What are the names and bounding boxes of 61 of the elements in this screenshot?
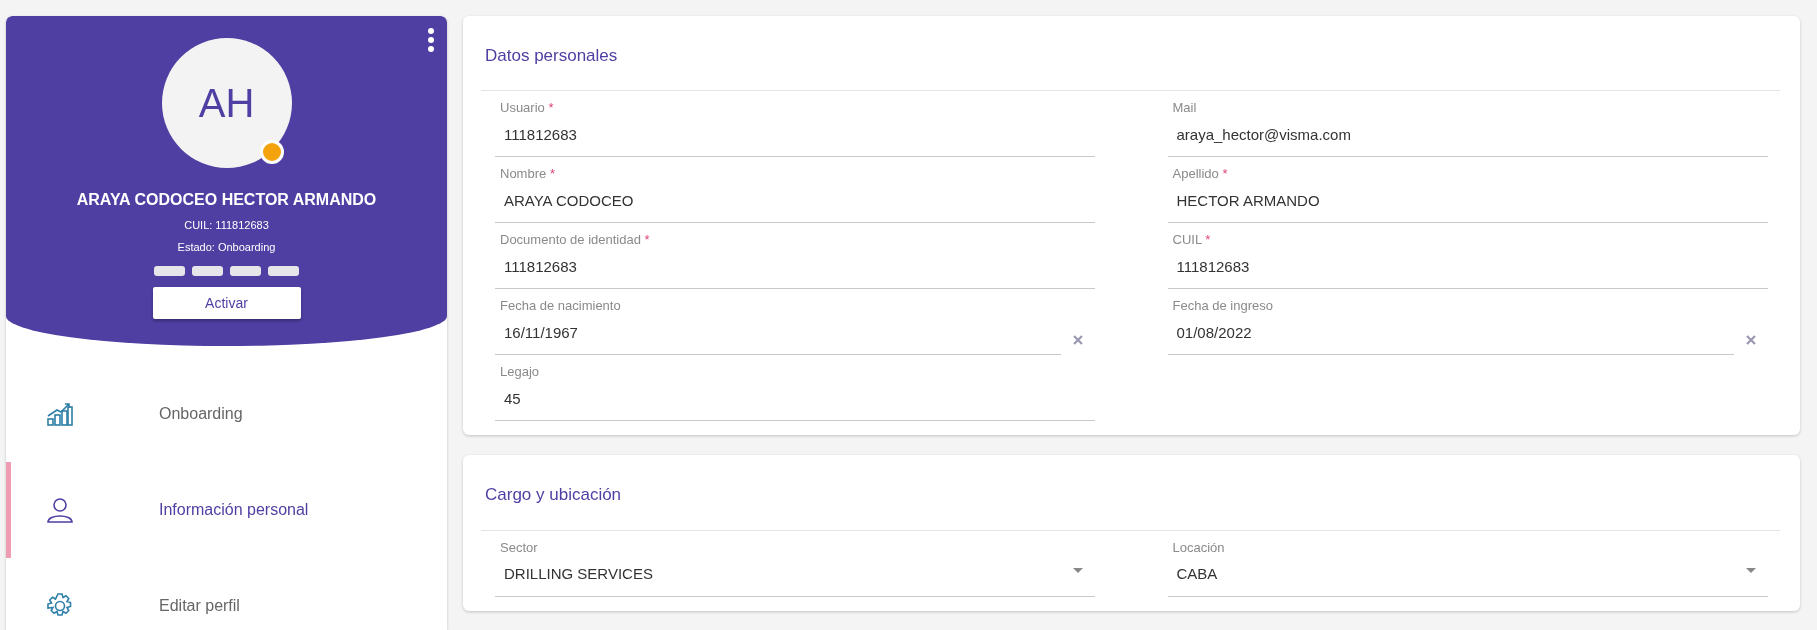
field-label: Nombre * [499, 165, 556, 184]
section-title: Datos personales [481, 16, 1780, 92]
form-field[interactable]: Usuario * 111812683 [495, 91, 1095, 158]
sidebar-item[interactable]: Onboarding [6, 366, 447, 462]
field-value: HECTOR ARMANDO [1175, 190, 1320, 211]
form-field[interactable]: Apellido * HECTOR ARMANDO [1167, 157, 1768, 224]
close-icon[interactable] [1745, 335, 1756, 346]
cuil-text: CUIL: 111812683 [183, 218, 270, 233]
field-label: Fecha de ingreso [1171, 297, 1274, 316]
person-icon [47, 497, 73, 523]
status-text: Estado: Onboarding [176, 239, 277, 255]
field-value: 01/08/2022 [1175, 322, 1252, 343]
field-value: DRILLING SERVICES [503, 564, 653, 585]
required-mark: * [1205, 232, 1211, 248]
field-value: 111812683 [503, 256, 577, 277]
field-label: CUIL * [1171, 231, 1212, 250]
growth-chart-icon [47, 402, 73, 427]
field-value: ARAYA CODOCEO [503, 190, 634, 211]
field-label: Legajo [499, 363, 541, 382]
form-field[interactable]: Fecha de ingreso 01/08/2022 [1167, 289, 1734, 356]
form-field[interactable]: Mail araya_hector@visma.com [1167, 91, 1768, 158]
avatar-initials: AH [198, 80, 255, 127]
form-field[interactable]: Legajo 45 [495, 355, 1095, 422]
field-value: 111812683 [503, 124, 577, 145]
form-field[interactable]: Sector DRILLING SERVICES [495, 530, 1095, 597]
form-field[interactable]: Nombre * ARAYA CODOCEO [495, 157, 1095, 224]
dropdown-caret-icon[interactable] [1745, 567, 1756, 573]
required-mark: * [1222, 166, 1228, 182]
field-label: Sector [499, 538, 539, 557]
dropdown-caret-icon[interactable] [1073, 567, 1083, 573]
form-field[interactable]: CUIL * 111812683 [1167, 223, 1768, 290]
field-label: Usuario * [499, 99, 555, 118]
form-field[interactable]: Locación CABA [1167, 530, 1768, 597]
field-label: Documento de identidad * [499, 231, 651, 250]
field-label: Fecha de nacimiento [499, 297, 622, 316]
progress-step [192, 266, 223, 276]
profile-name: ARAYA CODOCEO HECTOR ARMANDO [75, 190, 378, 210]
field-value: 16/11/1967 [503, 322, 578, 343]
form-field[interactable]: Fecha de nacimiento 16/11/1967 [495, 289, 1061, 356]
form-field[interactable]: Documento de identidad * 111812683 [495, 223, 1095, 290]
required-mark: * [548, 100, 554, 116]
progress-step [268, 266, 299, 276]
field-value: araya_hector@visma.com [1175, 124, 1351, 145]
field-value: 111812683 [1175, 256, 1250, 277]
field-label: Locación [1171, 538, 1226, 557]
more-options-icon[interactable] [427, 28, 435, 52]
close-icon[interactable] [1073, 335, 1083, 346]
activate-button[interactable]: Activar [152, 287, 301, 319]
gear-icon [47, 593, 73, 619]
required-mark: * [549, 166, 555, 182]
required-mark: * [644, 232, 650, 248]
field-label: Mail [1171, 99, 1198, 118]
status-dot [259, 140, 284, 164]
field-value: 45 [503, 388, 521, 409]
field-value: CABA [1175, 564, 1218, 585]
section-title: Cargo y ubicación [481, 455, 1780, 531]
sidebar-item[interactable]: Información personal [6, 462, 447, 558]
progress-step [154, 266, 185, 276]
progress-step [230, 266, 261, 276]
sidebar-item[interactable]: Editar perfil [6, 558, 447, 630]
field-label: Apellido * [1171, 165, 1229, 184]
